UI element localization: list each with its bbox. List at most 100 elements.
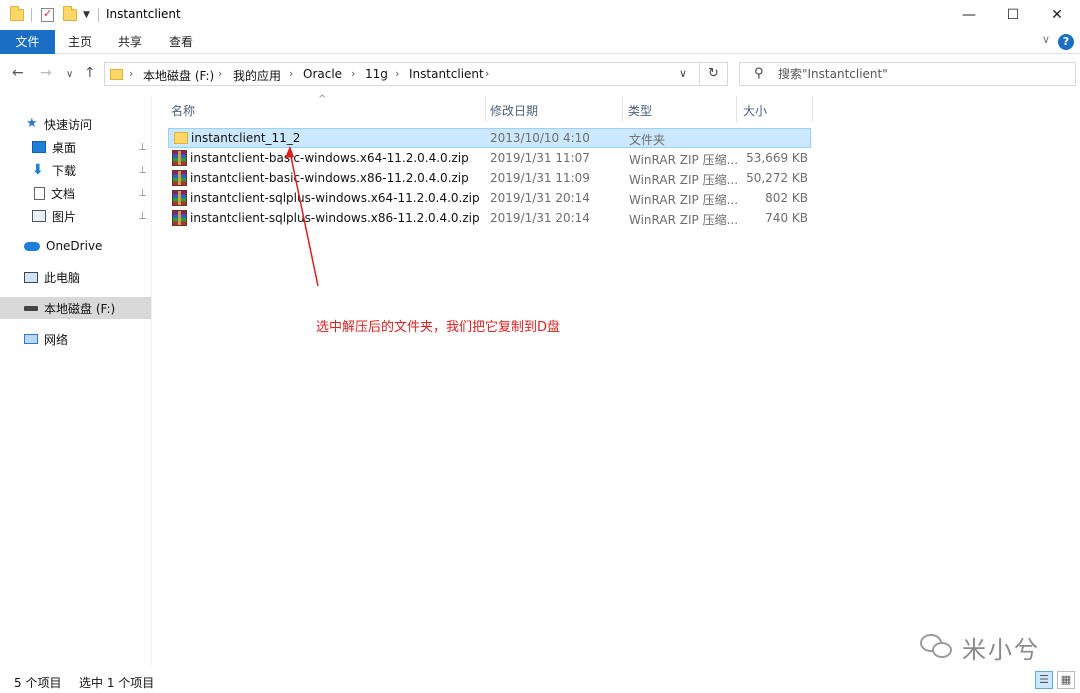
status-bar: 5 个项目 选中 1 个项目 ☰ ▦ (0, 668, 1080, 693)
tab-view[interactable]: 查看 (159, 30, 203, 54)
column-divider[interactable] (812, 96, 813, 122)
column-header-modified[interactable]: 修改日期 (490, 102, 538, 119)
column-divider[interactable] (485, 96, 486, 122)
sidebar-item-label: 文档 (51, 186, 76, 201)
search-input[interactable] (778, 65, 1058, 83)
sidebar-item-label: 此电脑 (44, 270, 81, 285)
recent-locations-icon[interactable]: ∨ (66, 69, 73, 80)
pin-icon[interactable]: ⊥ (138, 165, 147, 176)
sidebar-item-desktop[interactable]: 桌面 ⊥ (0, 136, 151, 158)
sort-ascending-icon: ^ (318, 94, 327, 105)
column-header-size[interactable]: 大小 (743, 102, 767, 119)
tab-file[interactable]: 文件 (0, 30, 55, 54)
drive-icon (24, 305, 38, 311)
new-folder-icon[interactable] (63, 6, 77, 21)
column-divider[interactable] (622, 96, 623, 122)
winrar-archive-icon (172, 170, 187, 186)
file-modified: 2019/1/31 20:14 (490, 211, 590, 225)
pin-icon[interactable]: ⊥ (138, 188, 147, 199)
large-icons-view-button[interactable]: ▦ (1057, 671, 1075, 689)
file-row[interactable]: instantclient-basic-windows.x64-11.2.0.4… (168, 149, 811, 169)
chevron-right-icon[interactable]: › (351, 67, 355, 80)
refresh-button[interactable]: ↻ (699, 62, 727, 86)
sidebar-item-label: 网络 (44, 332, 69, 347)
sidebar-item-drive-f[interactable]: 本地磁盘 (F:) (0, 297, 151, 319)
file-row[interactable]: instantclient-sqlplus-windows.x86-11.2.0… (168, 209, 811, 229)
sidebar-item-this-pc[interactable]: 此电脑 (0, 266, 151, 288)
column-header-name[interactable]: 名称 (171, 102, 195, 119)
window-title: Instantclient (106, 7, 181, 21)
this-pc-icon (24, 271, 38, 283)
breadcrumb-oracle[interactable]: Oracle (303, 67, 342, 81)
breadcrumb-11g[interactable]: 11g (365, 67, 388, 81)
close-button[interactable]: ✕ (1034, 0, 1080, 30)
document-icon (34, 186, 45, 200)
star-icon: ★ (26, 116, 38, 131)
sidebar-item-quick-access[interactable]: ★ 快速访问 (0, 113, 151, 135)
pin-icon[interactable]: ⊥ (138, 211, 147, 222)
sidebar-item-documents[interactable]: 文档 ⊥ (0, 182, 151, 204)
file-name: instantclient_11_2 (191, 131, 301, 145)
tab-home[interactable]: 主页 (58, 30, 102, 54)
search-icon: ⚲ (754, 66, 764, 81)
file-row[interactable]: instantclient-basic-windows.x86-11.2.0.4… (168, 169, 811, 189)
annotation-text: 选中解压后的文件夹，我们把它复制到D盘 (316, 320, 561, 335)
winrar-archive-icon (172, 190, 187, 206)
up-icon[interactable]: ↑ (84, 65, 96, 81)
ribbon-tabs: 文件 主页 共享 查看 ∨ ? (0, 30, 1080, 54)
file-name: instantclient-basic-windows.x86-11.2.0.4… (190, 171, 469, 185)
forward-icon[interactable]: → (40, 65, 52, 81)
file-modified: 2013/10/10 4:10 (490, 131, 590, 145)
file-row-folder[interactable]: instantclient_11_2 2013/10/10 4:10 文件夹 (168, 128, 811, 148)
quick-access-toolbar (10, 6, 24, 24)
pin-icon[interactable]: ⊥ (138, 142, 147, 153)
help-icon[interactable]: ? (1058, 34, 1074, 50)
tab-share[interactable]: 共享 (108, 30, 152, 54)
sidebar-item-pictures[interactable]: 图片 ⊥ (0, 205, 151, 227)
back-icon[interactable]: ← (12, 65, 24, 81)
pictures-icon (32, 210, 46, 222)
title-bar: ▼ Instantclient — ☐ ✕ (0, 0, 1080, 30)
sidebar-item-downloads[interactable]: ⬇ 下载 ⊥ (0, 159, 151, 181)
file-modified: 2019/1/31 20:14 (490, 191, 590, 205)
chevron-right-icon[interactable]: › (395, 67, 399, 80)
onedrive-icon (24, 241, 40, 251)
breadcrumb-instantclient[interactable]: Instantclient (409, 67, 484, 81)
file-row[interactable]: instantclient-sqlplus-windows.x64-11.2.0… (168, 189, 811, 209)
desktop-icon (32, 141, 46, 153)
sidebar-item-network[interactable]: 网络 (0, 328, 151, 350)
address-dropdown-icon[interactable]: ∨ (679, 67, 687, 80)
chevron-right-icon[interactable]: › (218, 67, 222, 80)
search-box[interactable]: ⚲ (739, 62, 1076, 86)
sidebar-item-label: 本地磁盘 (F:) (44, 301, 116, 316)
maximize-button[interactable]: ☐ (990, 0, 1036, 30)
selected-count: 选中 1 个项目 (79, 676, 155, 690)
minimize-button[interactable]: — (946, 0, 992, 30)
column-divider[interactable] (736, 96, 737, 122)
wechat-logo-icon (920, 632, 954, 662)
chevron-right-icon[interactable]: › (129, 67, 133, 80)
breadcrumb-my-apps[interactable]: 我的应用 (233, 67, 281, 84)
address-bar[interactable]: › 本地磁盘 (F:) › 我的应用 › Oracle › 11g › Inst… (104, 62, 728, 86)
details-view-button[interactable]: ☰ (1035, 671, 1053, 689)
file-type: 文件夹 (629, 133, 666, 147)
network-icon (24, 334, 38, 344)
chevron-right-icon[interactable]: › (289, 67, 293, 80)
watermark-text: 米小兮 (962, 635, 1040, 664)
breadcrumb-drive[interactable]: 本地磁盘 (F:) (143, 67, 214, 84)
properties-icon[interactable] (41, 7, 54, 22)
folder-icon[interactable] (10, 6, 24, 21)
watermark: 米小兮 (920, 630, 1040, 664)
sidebar-item-label: OneDrive (46, 239, 103, 253)
chevron-right-icon[interactable]: › (485, 67, 489, 80)
customize-toolbar-icon[interactable]: ▼ (83, 10, 90, 20)
sidebar-item-onedrive[interactable]: OneDrive (0, 235, 151, 257)
navigation-pane: ★ 快速访问 桌面 ⊥ ⬇ 下载 ⊥ 文档 ⊥ 图片 ⊥ OneDrive 此电… (0, 96, 152, 666)
sidebar-item-label: 图片 (52, 209, 77, 224)
expand-ribbon-icon[interactable]: ∨ (1042, 33, 1050, 46)
file-type: WinRAR ZIP 压缩... (629, 193, 739, 207)
navigation-bar: ← → ∨ ↑ › 本地磁盘 (F:) › 我的应用 › Oracle › 11… (0, 55, 1080, 95)
file-size: 53,669 KB (746, 151, 808, 165)
column-header-type[interactable]: 类型 (628, 102, 652, 119)
folder-icon (174, 132, 188, 144)
